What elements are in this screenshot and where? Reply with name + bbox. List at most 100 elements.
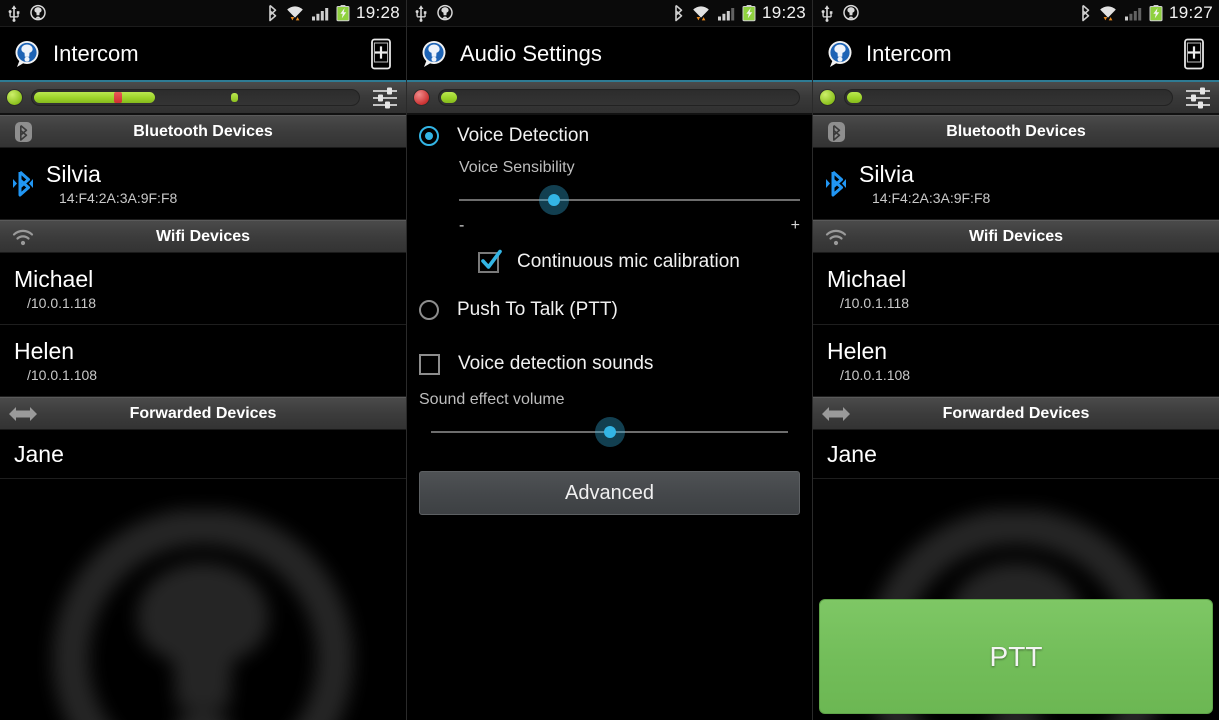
battery-charging-icon (1149, 5, 1163, 22)
device-name: Michael (14, 265, 94, 292)
wifi-icon (1100, 6, 1116, 21)
option-label: Push To Talk (PTT) (457, 299, 618, 320)
intercom-logo-icon (422, 40, 446, 67)
mic-status-indicator (6, 89, 23, 106)
sound-effect-volume-slider[interactable] (431, 415, 788, 449)
wifi-icon (287, 6, 303, 21)
status-bar-right-icons: 19:23 (672, 3, 806, 23)
status-bar-clock: 19:27 (1168, 3, 1213, 22)
bluetooth-icon (0, 121, 46, 143)
wifi-icon (0, 227, 46, 247)
bluetooth-icon (813, 121, 859, 143)
action-bar-title: Intercom (53, 40, 139, 66)
forward-arrows-icon (0, 406, 46, 422)
audio-level-fill (34, 92, 155, 103)
device-row-jane[interactable]: Jane (813, 430, 1219, 479)
equalizer-icon (373, 87, 397, 108)
device-name: Jane (827, 440, 877, 467)
device-info: Silvia 14:F4:2A:3A:9F:F8 (46, 161, 177, 206)
action-bar: Intercom (0, 27, 406, 82)
device-name: Michael (827, 265, 907, 292)
audio-level-track[interactable] (438, 89, 800, 106)
ptt-button[interactable]: PTT (819, 599, 1213, 714)
section-title: Bluetooth Devices (133, 122, 273, 140)
add-device-icon[interactable] (1183, 38, 1205, 70)
device-info: Jane (14, 441, 64, 467)
audio-level-strip (813, 82, 1219, 115)
usb-icon (415, 5, 427, 22)
audio-level-fill (847, 92, 862, 103)
audio-level-threshold-tick (231, 93, 239, 102)
app-watermark (0, 470, 406, 720)
advanced-button[interactable]: Advanced (419, 471, 800, 515)
option-push-to-talk[interactable]: Push To Talk (PTT) (419, 299, 800, 321)
device-address: /10.0.1.108 (27, 367, 98, 384)
device-name: Helen (14, 337, 75, 364)
section-title: Wifi Devices (968, 227, 1064, 245)
equalizer-button[interactable] (368, 84, 402, 112)
section-header-forwarded-devices: Forwarded Devices (0, 397, 406, 430)
add-device-icon[interactable] (370, 38, 392, 70)
device-info: Michael /10.0.1.118 (14, 266, 96, 311)
option-voice-detection-sounds[interactable]: Voice detection sounds (419, 353, 800, 375)
status-bar-clock: 19:23 (761, 3, 806, 22)
device-info: Michael /10.0.1.118 (827, 266, 909, 311)
slider-thumb[interactable] (594, 417, 625, 447)
device-address: 14:F4:2A:3A:9F:F8 (59, 190, 178, 207)
option-label: Continuous mic calibration (517, 251, 740, 272)
intercom-notification-icon (843, 4, 859, 21)
device-name: Jane (14, 440, 64, 467)
audio-level-peak-marker (113, 92, 122, 103)
section-header-forwarded-devices: Forwarded Devices (813, 397, 1219, 430)
wifi-icon (693, 6, 709, 21)
sound-effect-volume-group: Sound effect volume (419, 391, 800, 449)
voice-sensibility-range-labels: - + (459, 217, 800, 235)
voice-sensibility-slider[interactable] (459, 183, 800, 217)
minus-label: - (459, 217, 465, 234)
voice-sensibility-label: Voice Sensibility (459, 159, 575, 176)
bluetooth-icon (269, 4, 277, 22)
device-row-silvia[interactable]: Silvia 14:F4:2A:3A:9F:F8 (0, 148, 406, 220)
device-row-michael[interactable]: Michael /10.0.1.118 (813, 253, 1219, 325)
device-info: Jane (827, 441, 877, 467)
status-bar-right-icons: 19:28 (266, 3, 400, 23)
radio-voice-detection[interactable] (419, 126, 439, 146)
intercom-logo-icon (15, 40, 39, 67)
audio-level-fill (441, 92, 458, 103)
bluetooth-connected-icon (0, 169, 46, 199)
voice-sensibility-group: Voice Sensibility - + Continuous mic cal… (419, 159, 800, 273)
battery-charging-icon (336, 5, 350, 22)
status-bar-left-icons (413, 4, 454, 22)
section-header-bluetooth-devices: Bluetooth Devices (813, 115, 1219, 148)
audio-level-track[interactable] (31, 89, 360, 106)
action-bar: Intercom (813, 27, 1219, 82)
audio-level-strip (0, 82, 406, 115)
checkbox-continuous-mic-calibration[interactable] (478, 249, 502, 273)
device-address: /10.0.1.108 (840, 367, 911, 384)
section-title: Bluetooth Devices (946, 122, 1086, 140)
device-row-helen[interactable]: Helen /10.0.1.108 (0, 325, 406, 397)
device-row-silvia[interactable]: Silvia 14:F4:2A:3A:9F:F8 (813, 148, 1219, 220)
device-row-jane[interactable]: Jane (0, 430, 406, 479)
device-row-michael[interactable]: Michael /10.0.1.118 (0, 253, 406, 325)
option-continuous-mic-calibration[interactable]: Continuous mic calibration (459, 249, 800, 273)
audio-level-track[interactable] (844, 89, 1173, 106)
status-bar: 19:23 (407, 0, 812, 27)
screenshot-triptych: 19:28 Intercom Bluetooth Devices Silvia … (0, 0, 1219, 720)
slider-thumb[interactable] (539, 185, 570, 215)
section-title: Forwarded Devices (942, 404, 1090, 422)
device-name: Helen (827, 337, 888, 364)
equalizer-button[interactable] (1181, 84, 1215, 112)
sound-effect-volume-label: Sound effect volume (419, 391, 565, 408)
intercom-logo-watermark-icon (52, 510, 354, 720)
device-row-helen[interactable]: Helen /10.0.1.108 (813, 325, 1219, 397)
option-label: Voice detection sounds (458, 353, 654, 374)
option-voice-detection[interactable]: Voice Detection (419, 125, 800, 147)
mic-status-indicator (413, 89, 430, 106)
device-info: Silvia 14:F4:2A:3A:9F:F8 (859, 161, 990, 206)
device-name: Silvia (46, 160, 101, 187)
intercom-notification-icon (437, 4, 453, 21)
checkbox-voice-detection-sounds[interactable] (419, 353, 440, 375)
status-bar-right-icons: 19:27 (1079, 3, 1213, 23)
radio-push-to-talk[interactable] (419, 300, 439, 320)
